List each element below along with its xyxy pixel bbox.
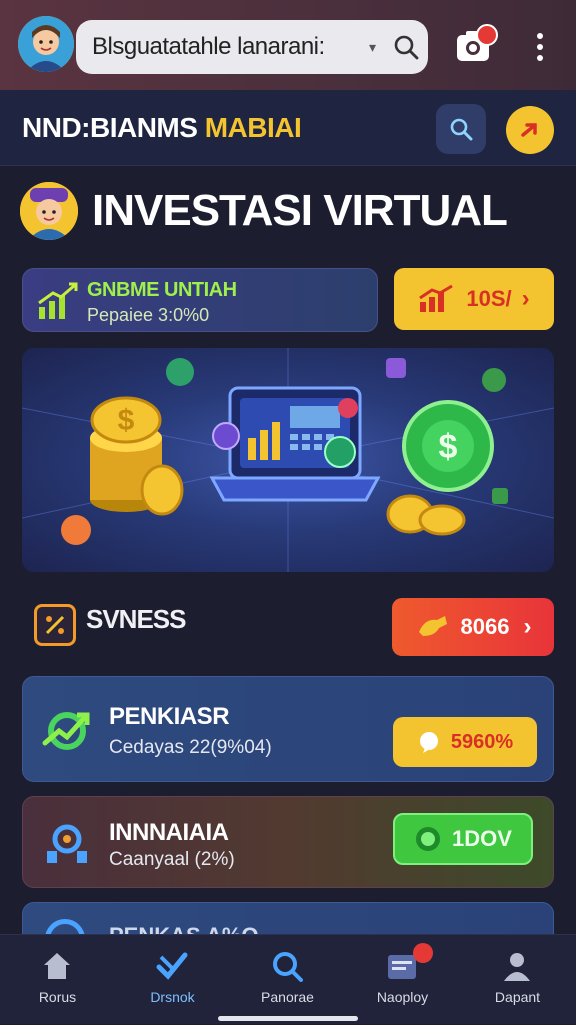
stats-subtitle: Pepaiee 3:0%0 <box>87 305 210 325</box>
brand-part1: NND:BIANMS <box>22 112 198 143</box>
nav-item-profile[interactable]: Dapant <box>460 935 575 1025</box>
search-icon[interactable] <box>384 25 428 69</box>
list-item-action-label: 1DOV <box>452 826 512 851</box>
bottom-nav: Rorus Drsnok Panorae Naoploy Dapant <box>0 934 576 1024</box>
home-icon <box>44 953 70 979</box>
nav-badge <box>413 943 433 963</box>
brand-part2: MABIAI <box>204 112 302 143</box>
chevron-down-icon[interactable]: ▾ <box>369 39 376 56</box>
section-icon <box>34 604 76 646</box>
list-item-title: INNNAIAIA <box>109 819 229 846</box>
home-indicator[interactable] <box>218 1016 358 1021</box>
profile-avatar[interactable] <box>18 16 74 72</box>
nav-item-search[interactable]: Panorae <box>230 935 345 1025</box>
stats-title: GNBME UNTIAH <box>87 279 237 301</box>
section-action-button[interactable]: 8066 › <box>392 598 554 656</box>
search-input[interactable]: Blsguatatahle lanarani: <box>92 33 361 61</box>
svg-text:$: $ <box>118 404 135 437</box>
stats-action-label: 10S/ <box>466 286 512 311</box>
search-button[interactable] <box>436 104 486 154</box>
nav-label: Panorae <box>261 989 314 1005</box>
nav-label: Drsnok <box>150 989 195 1005</box>
nav-label: Rorus <box>38 989 77 1005</box>
list-item-action-button[interactable]: 1DOV <box>393 813 533 865</box>
gear-network-icon <box>47 824 87 863</box>
search-icon <box>450 118 473 141</box>
app-brand: NND:BIANMS MABIAI <box>22 112 302 144</box>
chevron-right-icon: › <box>521 285 530 312</box>
action-button[interactable] <box>506 106 554 154</box>
user-avatar <box>20 182 78 240</box>
list-item-title: PENKIASR <box>109 703 230 730</box>
chevron-right-icon: › <box>523 613 532 640</box>
nav-item-display[interactable]: Naoploy <box>345 935 460 1025</box>
search-bar[interactable]: Blsguatatahle lanarani: ▾ <box>76 20 428 74</box>
search-icon <box>273 952 303 982</box>
stats-action-button[interactable]: 10S/ › <box>394 268 554 330</box>
chart-up-icon <box>38 282 78 319</box>
list-item-action-label: 5960% <box>450 730 514 753</box>
hand-icon <box>418 616 447 636</box>
list-item-subtitle: Cedayas 22(9%04) <box>109 737 272 758</box>
hero-banner: $ $ <box>22 348 554 572</box>
page-title: INVESTASI VIRTUAL <box>92 186 508 235</box>
more-menu-icon[interactable] <box>530 30 550 64</box>
section-title: SVNESS <box>86 604 186 634</box>
nav-label: Naoploy <box>376 989 429 1005</box>
nav-item-home[interactable]: Rorus <box>0 935 115 1025</box>
list-item-subtitle: Caanyaal (2%) <box>109 849 235 870</box>
growth-icon <box>42 712 90 750</box>
coin-icon <box>416 827 441 851</box>
check-icon <box>156 952 188 980</box>
trend-up-icon <box>419 284 454 312</box>
stats-card[interactable]: GNBME UNTIAH Pepaiee 3:0%0 <box>22 268 378 332</box>
section-action-label: 8066 <box>460 614 510 639</box>
investment-illustration: $ $ <box>22 348 554 572</box>
nav-label: Dapant <box>494 989 541 1005</box>
arrow-icon <box>521 123 537 137</box>
svg-text:$: $ <box>439 428 458 466</box>
list-item[interactable]: INNNAIAIA Caanyaal (2%) 1DOV <box>22 796 554 888</box>
list-item[interactable]: PENKIASR Cedayas 22(9%04) 5960% <box>22 676 554 782</box>
list-item-action-button[interactable]: 5960% <box>393 717 537 767</box>
notification-badge <box>476 24 498 46</box>
user-icon <box>504 953 530 981</box>
nav-item-check[interactable]: Drsnok <box>115 935 230 1025</box>
chat-icon <box>419 732 438 753</box>
